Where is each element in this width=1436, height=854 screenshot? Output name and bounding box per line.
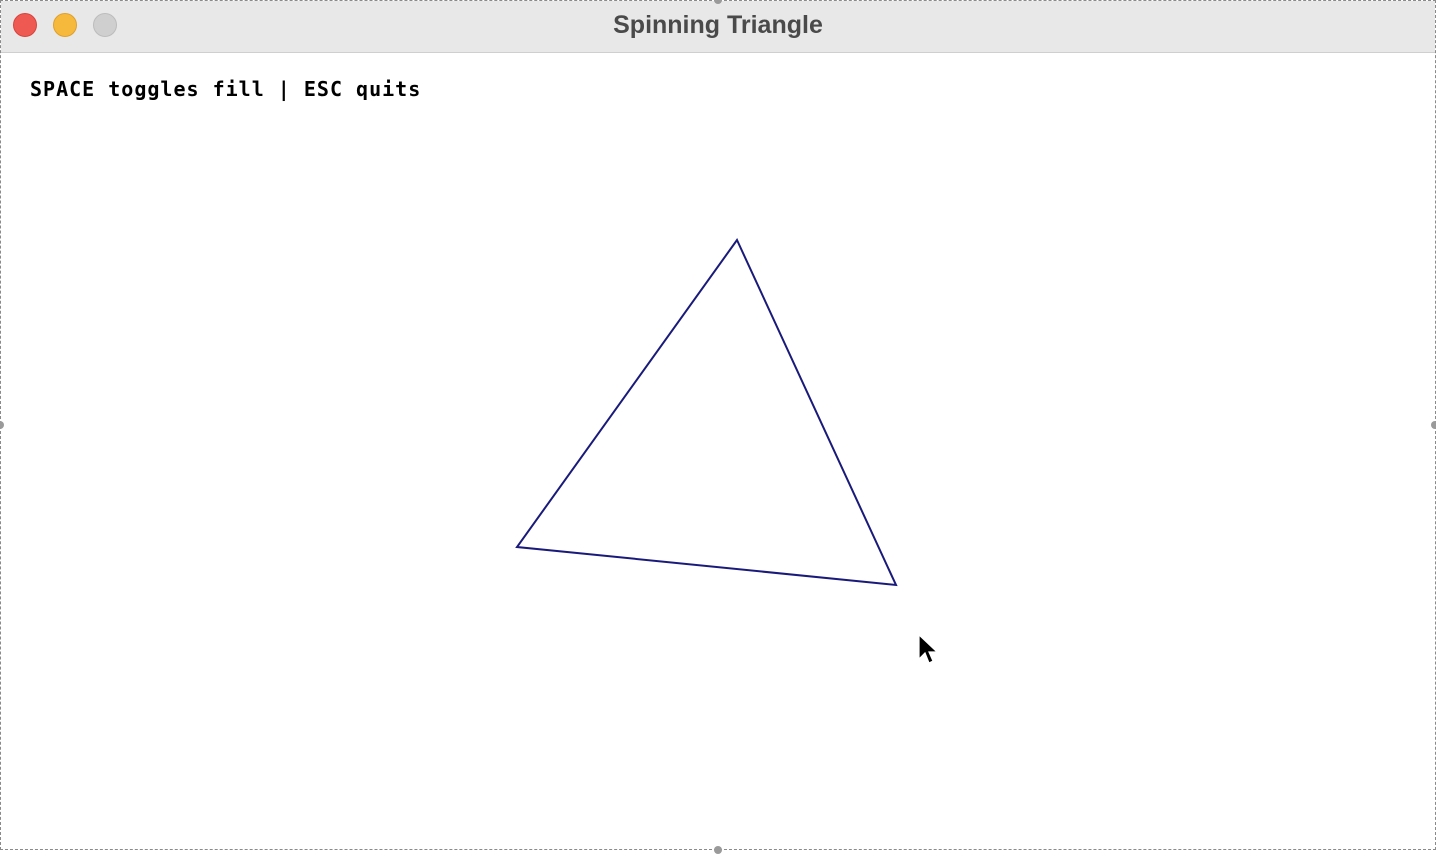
render-canvas[interactable]: SPACE toggles fill | ESC quits <box>1 53 1435 849</box>
mouse-cursor-icon <box>918 633 939 664</box>
resize-handle-bottom[interactable] <box>714 846 722 854</box>
window-title: Spinning Triangle <box>613 11 823 39</box>
spinning-triangle <box>515 238 898 587</box>
resize-handle-right[interactable] <box>1431 421 1436 429</box>
title-bar[interactable]: Spinning Triangle <box>1 1 1435 53</box>
app-window: Spinning Triangle SPACE toggles fill | E… <box>0 0 1436 850</box>
scene-svg <box>515 238 939 664</box>
